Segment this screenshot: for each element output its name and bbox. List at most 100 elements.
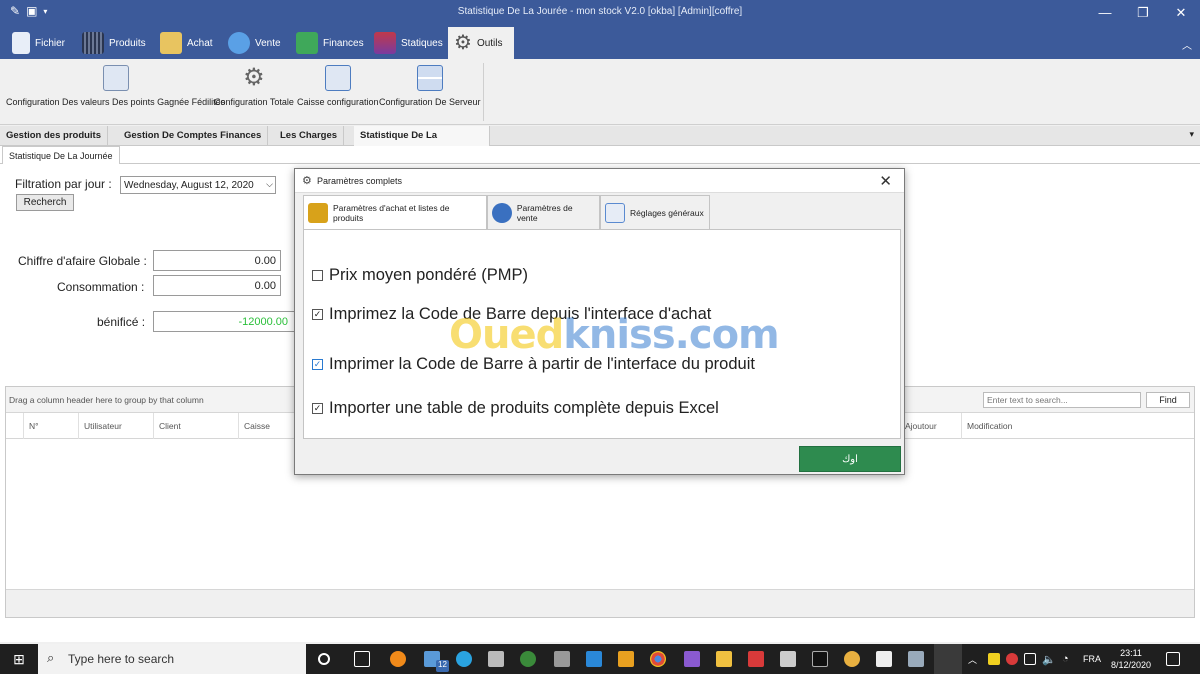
option-barcode-produit[interactable]: ✓ Imprimer la Code de Barre à partir de … [312, 355, 755, 374]
date-picker[interactable]: Wednesday, August 12, 2020 ⌵ [120, 176, 276, 194]
dialog-tab-sales[interactable]: Paramètres de vente [487, 195, 600, 229]
maximize-button[interactable]: ❐ [1124, 0, 1162, 25]
app-icon[interactable] [908, 651, 924, 667]
app-icon[interactable] [748, 651, 764, 667]
gears-icon: ⚙ [454, 32, 472, 54]
notification-icon[interactable] [1166, 652, 1180, 666]
barcode-icon [82, 32, 104, 54]
ribbon-tab-label: Achat [187, 37, 213, 49]
option-import-excel[interactable]: ✓ Importer une table de produits complèt… [312, 399, 719, 418]
close-button[interactable]: ✕ [1162, 0, 1200, 25]
dialog-tab-purchase[interactable]: Paramètres d'achat et listes de produits [303, 195, 487, 230]
ribbon-tab-achat[interactable]: Achat [154, 27, 219, 59]
close-icon[interactable]: ✕ [879, 172, 892, 190]
ribbon-tab-statiques[interactable]: Statiques [368, 27, 449, 59]
chevron-down-icon[interactable]: ▾ [1189, 129, 1194, 140]
active-app-icon[interactable] [934, 644, 962, 674]
checkbox[interactable]: ✓ [312, 309, 323, 320]
loyalty-points-config-button[interactable]: Configuration Des valeurs Des points Gag… [6, 65, 225, 107]
checkbox[interactable] [312, 270, 323, 281]
column-header[interactable]: Modification [961, 413, 1194, 439]
option-barcode-achat[interactable]: ✓ Imprimez la Code de Barre depuis l'int… [312, 305, 711, 324]
network-icon[interactable]: ◔ [1062, 653, 1069, 674]
tools-icon[interactable] [554, 651, 570, 667]
visual-studio-icon[interactable] [684, 651, 700, 667]
ribbon-tab-label: Fichier [35, 37, 66, 49]
minimize-button[interactable]: — [1086, 0, 1124, 25]
doc-tab-comptes-finances[interactable]: Gestion De Comptes Finances [118, 126, 269, 146]
checkbox[interactable]: ✓ [312, 359, 323, 370]
gear-icon: ⚙ [302, 175, 312, 187]
app-icon[interactable] [844, 651, 860, 667]
dialog-title-bar: ⚙ Paramètres complets ✕ [295, 169, 904, 193]
column-header[interactable]: Ajoutour [899, 413, 961, 439]
column-header[interactable]: Utilisateur [78, 413, 154, 439]
column-header[interactable]: Caisse [238, 413, 298, 439]
search-button[interactable]: Recherch [16, 194, 74, 211]
find-button[interactable]: Find [1146, 392, 1190, 408]
dialog-tab-panel: Prix moyen pondéré (PMP) ✓ Imprimez la C… [303, 229, 901, 439]
chrome-icon[interactable] [650, 651, 666, 667]
filter-label: Filtration par jour : [15, 177, 112, 191]
ribbon-tab-label: Statiques [401, 37, 443, 49]
dialog-tab-label: Réglages généraux [630, 207, 704, 218]
ribbon-tab-produits[interactable]: Produits [76, 27, 152, 59]
app-icon[interactable] [618, 651, 634, 667]
language-indicator[interactable]: FRA [1083, 654, 1101, 674]
cash-register-config-button[interactable]: Caisse configuration [297, 65, 379, 107]
option-label: Importer une table de produits complète … [329, 399, 719, 417]
column-header[interactable]: N° [23, 413, 79, 439]
tray-icon[interactable] [1006, 653, 1018, 665]
search-app-icon[interactable] [390, 651, 406, 667]
clock[interactable]: 23:11 8/12/2020 [1108, 647, 1154, 671]
taskbar-search-input[interactable]: ⌕ Type here to search [38, 644, 306, 674]
ribbon-tab-label: Outils [476, 37, 503, 49]
ribbon-tabs: Fichier Produits Achat Vente Finances St… [0, 25, 1200, 59]
ribbon-button-label: Configuration Totale [214, 97, 294, 107]
grid-search-input[interactable]: Enter text to search... [983, 392, 1141, 408]
store-icon[interactable] [876, 651, 892, 667]
chevron-down-icon[interactable]: ⌵ [266, 179, 273, 190]
calculator-icon[interactable] [780, 651, 796, 667]
volume-icon[interactable]: 🔈 [1042, 653, 1056, 674]
cortana-icon[interactable] [318, 653, 330, 665]
settings-dialog: ⚙ Paramètres complets ✕ Paramètres d'ach… [294, 168, 905, 475]
chevron-up-icon[interactable]: ︿ [968, 653, 977, 674]
task-view-icon[interactable] [354, 651, 370, 667]
ribbon-tab-vente[interactable]: Vente [222, 27, 287, 59]
ribbon-tab-fichier[interactable]: Fichier [6, 27, 71, 59]
chevron-up-icon[interactable]: ︿ [1182, 37, 1192, 52]
column-header[interactable]: Client [153, 413, 239, 439]
checkbox[interactable]: ✓ [312, 403, 323, 414]
dialog-tab-label: Paramètres de vente [516, 202, 573, 223]
file-icon [12, 32, 30, 54]
tray-icon[interactable] [988, 653, 1000, 665]
total-config-button[interactable]: ⚙ Configuration Totale [214, 65, 294, 108]
ribbon-tab-finances[interactable]: Finances [290, 27, 370, 59]
server-config-button[interactable]: Configuration De Serveur [379, 65, 481, 107]
windows-start-icon[interactable]: ⊞ [0, 644, 38, 674]
money-icon [296, 32, 318, 54]
taskbar: ⊞ ⌕ Type here to search 12 ︿ 🔈 ◔ FRA 23:… [0, 644, 1200, 674]
telegram-icon[interactable] [456, 651, 472, 667]
doc-tab-gestion-produits[interactable]: Gestion des produits [0, 126, 109, 146]
app-icon[interactable] [488, 651, 504, 667]
battery-icon[interactable] [1024, 653, 1036, 665]
document-tabs: Gestion des produits Gestion De Comptes … [0, 126, 1200, 161]
terminal-icon[interactable] [812, 651, 828, 667]
ribbon-tab-outils[interactable]: ⚙ Outils [448, 27, 514, 59]
option-pmp[interactable]: Prix moyen pondéré (PMP) [312, 266, 528, 285]
cart-icon [160, 32, 182, 54]
dialog-title: Paramètres complets [317, 176, 403, 186]
sub-tab-statistique[interactable]: Statistique De La Journée [2, 146, 120, 164]
upwork-icon[interactable] [520, 651, 536, 667]
doc-tab-les-charges[interactable]: Les Charges [274, 126, 345, 146]
file-explorer-icon[interactable] [716, 651, 732, 667]
vscode-icon[interactable] [586, 651, 602, 667]
purchase-settings-icon [308, 203, 328, 223]
dialog-tab-general[interactable]: Réglages généraux [600, 195, 710, 229]
doc-tab-statistique[interactable]: Statistique De La Jourée✕ [354, 126, 490, 161]
ribbon-separator [483, 63, 484, 121]
ok-button[interactable]: اوك [799, 446, 901, 472]
consommation-field: 0.00 [153, 275, 281, 296]
